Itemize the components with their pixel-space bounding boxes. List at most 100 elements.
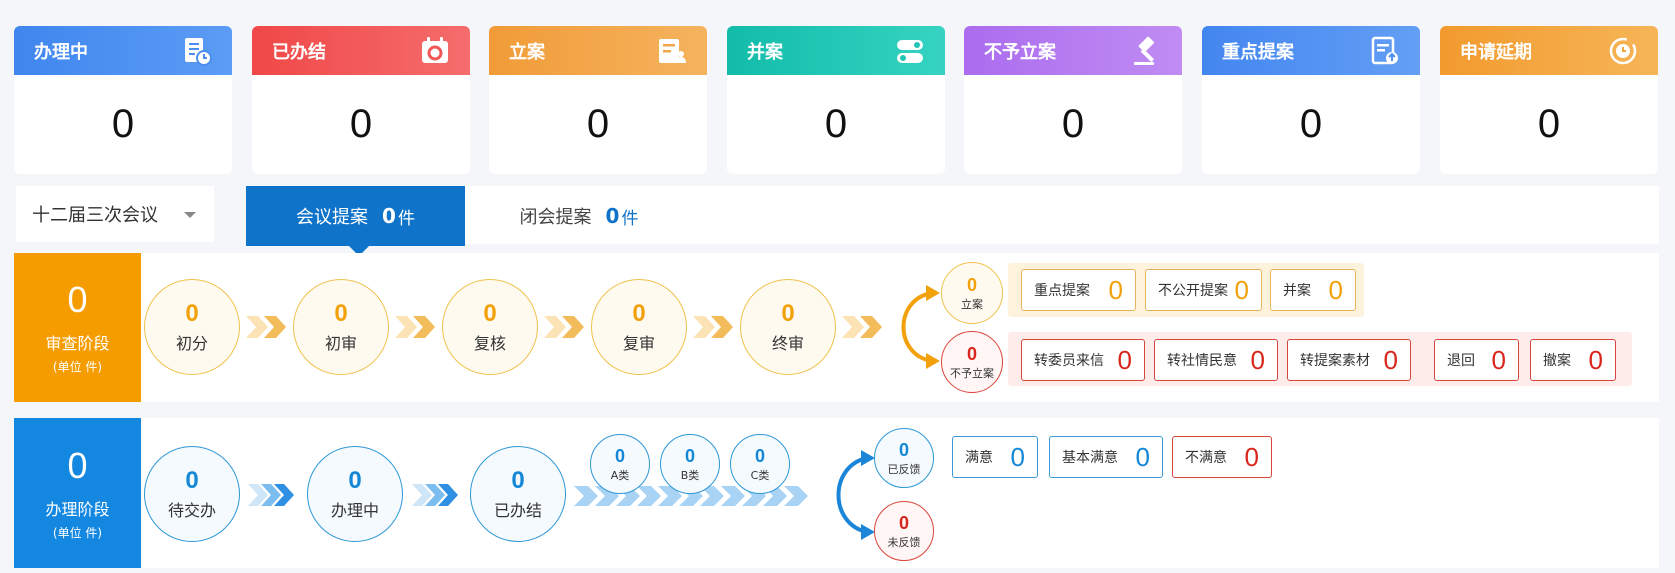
tab-unit: 件	[397, 208, 415, 229]
review-label: 审查阶段	[45, 334, 110, 353]
tag-to-proposal-material[interactable]: 转提案素材 0	[1287, 339, 1411, 381]
category-label: A类	[610, 468, 630, 482]
stat-card-header: 立案	[489, 26, 707, 75]
accepted-node[interactable]: 0 立案	[941, 262, 1003, 324]
tag-withdrawn[interactable]: 撤案 0	[1530, 339, 1616, 381]
stat-card-extension[interactable]: 申请延期 0	[1440, 26, 1658, 174]
tag-label: 不公开提案	[1158, 283, 1228, 299]
step-second-review[interactable]: 0 复审	[591, 279, 687, 375]
tag-label: 并案	[1283, 283, 1311, 299]
step-label: 办理中	[330, 501, 379, 520]
handling-label: 办理阶段	[45, 499, 110, 519]
tag-value: 0	[1244, 441, 1259, 472]
handling-stage-panel: 0 办理阶段 (单位 件) 0 待交办 0 办理中 0 已办结 0 A类 0 B…	[14, 418, 1659, 568]
double-chevron-icon	[842, 316, 882, 338]
tag-basically-satisfied[interactable]: 基本满意 0	[1049, 436, 1163, 478]
rejected-node[interactable]: 0 不予立案	[941, 331, 1003, 393]
tag-value: 0	[1135, 441, 1150, 472]
handling-unit-label: (单位 件)	[52, 525, 103, 540]
review-stage-summary[interactable]: 0 审查阶段 (单位 件)	[14, 253, 141, 402]
document-clock-icon	[180, 34, 214, 68]
step-initial-review[interactable]: 0 初审	[293, 279, 389, 375]
stat-card-value: 0	[1061, 102, 1085, 146]
rejected-value: 0	[966, 343, 977, 364]
step-value: 0	[185, 467, 199, 494]
tag-value: 0	[1491, 344, 1506, 375]
tag-label: 不满意	[1185, 450, 1227, 466]
tag-value: 0	[1234, 274, 1249, 305]
meeting-select[interactable]: 十二届三次会议	[16, 186, 214, 242]
tab-label: 闭会提案	[519, 207, 592, 228]
document-upload-icon	[1368, 34, 1402, 68]
stat-card-label: 不予立案	[984, 41, 1056, 63]
tag-to-public-opinion[interactable]: 转社情民意 0	[1154, 339, 1278, 381]
tag-key-proposal[interactable]: 重点提案 0	[1021, 269, 1136, 311]
stat-card-header: 不予立案	[964, 26, 1182, 75]
accepted-value: 0	[966, 274, 977, 295]
double-chevron-icon	[693, 316, 733, 338]
step-label: 初分	[175, 334, 208, 353]
stat-card-label: 立案	[509, 41, 545, 63]
merge-toggle-icon	[893, 34, 927, 68]
tab-count: 0	[605, 204, 620, 228]
category-a-node[interactable]: 0 A类	[590, 434, 650, 494]
feedback-node[interactable]: 0 已反馈	[874, 428, 934, 488]
stat-card-header: 已办结	[252, 26, 470, 75]
stat-card-header: 重点提案	[1202, 26, 1420, 75]
stat-card-rejected[interactable]: 不予立案 0	[964, 26, 1182, 174]
tag-value: 0	[1010, 441, 1025, 472]
stat-card-value: 0	[824, 102, 848, 146]
tab-meeting-proposal[interactable]: 会议提案 0 件	[246, 186, 465, 256]
tag-dissatisfied[interactable]: 不满意 0	[1172, 436, 1272, 478]
calendar-icon	[418, 34, 452, 68]
tag-value: 0	[1588, 344, 1603, 375]
tag-value: 0	[1328, 274, 1343, 305]
tag-returned[interactable]: 退回 0	[1434, 339, 1519, 381]
step-label: 复审	[622, 334, 655, 353]
handling-stage-summary[interactable]: 0 办理阶段 (单位 件)	[14, 418, 141, 568]
tab-label: 会议提案	[296, 207, 369, 228]
category-c-node[interactable]: 0 C类	[730, 434, 790, 494]
rejected-label: 不予立案	[950, 366, 994, 380]
step-initial-distribution[interactable]: 0 初分	[144, 279, 240, 375]
proposal-tab-strip: 会议提案 0 件 闭会提案 0 件	[246, 186, 1659, 256]
step-value: 0	[781, 300, 795, 327]
step-value: 0	[483, 300, 497, 327]
tag-label: 基本满意	[1062, 450, 1118, 466]
tag-satisfied[interactable]: 满意 0	[952, 436, 1038, 478]
tag-label: 撤案	[1543, 353, 1571, 369]
tag-merged[interactable]: 并案 0	[1270, 269, 1356, 311]
tag-label: 退回	[1447, 353, 1475, 369]
no-feedback-node[interactable]: 0 未反馈	[874, 501, 934, 561]
step-pending-assignment[interactable]: 0 待交办	[144, 446, 240, 542]
stat-card-completed[interactable]: 已办结 0	[252, 26, 470, 174]
double-chevron-icon	[246, 316, 286, 338]
step-label: 初审	[324, 334, 357, 353]
stat-card-merged[interactable]: 并案 0	[727, 26, 945, 174]
step-recheck[interactable]: 0 复核	[442, 279, 538, 375]
stat-card-handling[interactable]: 办理中 0	[14, 26, 232, 174]
stat-card-filed[interactable]: 立案 0	[489, 26, 707, 174]
caret-down-icon	[184, 212, 196, 218]
gavel-icon	[1130, 34, 1164, 68]
tab-recess-proposal[interactable]: 闭会提案 0 件	[494, 186, 664, 246]
category-b-node[interactable]: 0 B类	[660, 434, 720, 494]
stat-card-value: 0	[1537, 102, 1561, 146]
stat-card-value: 0	[111, 102, 135, 146]
tag-label: 满意	[965, 450, 993, 466]
handling-total: 0	[67, 444, 88, 486]
step-completed[interactable]: 0 已办结	[470, 446, 566, 542]
step-value: 0	[185, 300, 199, 327]
tag-to-member-letter[interactable]: 转委员来信 0	[1021, 339, 1145, 381]
tag-label: 重点提案	[1034, 283, 1090, 299]
step-in-progress[interactable]: 0 办理中	[307, 446, 403, 542]
stat-card-key-proposal[interactable]: 重点提案 0	[1202, 26, 1420, 174]
stat-card-label: 重点提案	[1222, 41, 1294, 63]
tab-count: 0	[382, 204, 396, 228]
tag-private-proposal[interactable]: 不公开提案 0	[1145, 269, 1262, 311]
category-value: 0	[684, 445, 695, 466]
no-feedback-label: 未反馈	[887, 535, 921, 549]
step-final-review[interactable]: 0 终审	[740, 279, 836, 375]
branch-arrow-icon	[836, 450, 875, 540]
review-stage-panel: 0 审查阶段 (单位 件) 0 初分 0 初审 0 复核 0 复审 0 终审 0…	[14, 253, 1659, 402]
